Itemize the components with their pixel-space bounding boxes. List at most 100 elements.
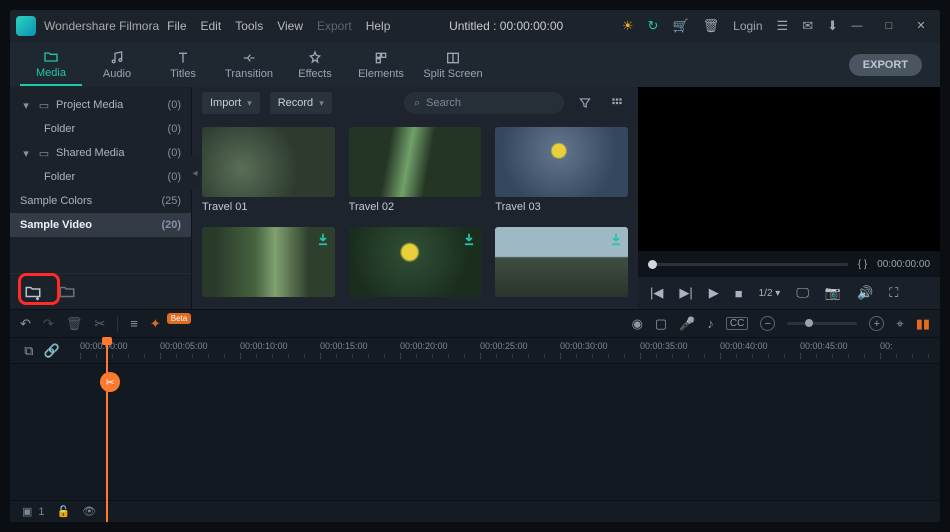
clip-label: Travel 02 <box>349 201 482 213</box>
tab-split-screen[interactable]: Split Screen <box>416 44 490 86</box>
tab-transition[interactable]: Transition <box>218 44 280 86</box>
download-icon[interactable] <box>608 231 624 247</box>
filter-button[interactable] <box>574 92 596 114</box>
download-icon[interactable] <box>461 231 477 247</box>
tab-titles[interactable]: Titles <box>152 44 214 86</box>
stop-button[interactable]: ■ <box>735 286 743 301</box>
sidebar-item-project-media[interactable]: ▾▭Project Media(0) <box>10 93 191 117</box>
zoom-fit-button[interactable]: ⌖ <box>896 316 903 332</box>
sidebar-item-folder[interactable]: Folder(0) <box>10 117 191 141</box>
menu-help[interactable]: Help <box>366 19 391 33</box>
media-clip[interactable] <box>495 227 628 301</box>
folder-icon: ▭ <box>38 147 50 160</box>
markers-button[interactable]: ≡ <box>130 316 138 331</box>
sidebar-item-shared-media[interactable]: ▾▭Shared Media(0) <box>10 141 191 165</box>
eye-icon[interactable]: 👁 <box>82 505 96 518</box>
menu-export[interactable]: Export <box>317 19 352 33</box>
titlebar-actions: ☀ ↻ 🛒 🗑 Login ☰ ✉ ⬇ <box>622 19 838 32</box>
close-button[interactable]: ✕ <box>908 15 934 37</box>
trash-icon[interactable]: 🗑 <box>703 19 720 32</box>
timeline-view-toggle[interactable]: ▮▮ <box>916 316 930 332</box>
zoom-handle-icon[interactable] <box>805 319 813 327</box>
mail-icon[interactable]: ✉ <box>802 19 813 32</box>
sidebar-item-sample-video[interactable]: Sample Video(20) <box>10 213 191 237</box>
transition-icon <box>241 50 257 66</box>
cc-button[interactable]: CC <box>726 317 748 330</box>
volume-button[interactable]: 🔊 <box>857 285 873 301</box>
split-scissors-icon[interactable]: ✂ <box>100 372 120 392</box>
export-button[interactable]: EXPORT <box>849 54 922 76</box>
step-button[interactable]: ▶| <box>679 285 692 301</box>
track-toggle-icon[interactable]: ▣ <box>22 505 32 518</box>
download-icon[interactable]: ⬇ <box>827 19 838 32</box>
tab-elements[interactable]: Elements <box>350 44 412 86</box>
effects-store-icon[interactable]: ☀ <box>622 19 634 32</box>
sidebar-collapse-handle[interactable]: ◂ <box>191 156 199 190</box>
import-dropdown[interactable]: Import▾ <box>202 92 260 114</box>
zoom-ratio[interactable]: 1/2 ▾ <box>759 288 781 299</box>
tab-media[interactable]: Media <box>20 44 82 86</box>
snapshot-button[interactable]: 📷 <box>825 285 841 301</box>
maximize-button[interactable]: □ <box>876 15 902 37</box>
new-folder-button[interactable] <box>56 281 78 303</box>
record-dropdown[interactable]: Record▾ <box>270 92 332 114</box>
module-tabs: Media Audio Titles Transition Effects El… <box>10 42 940 88</box>
sidebar-item-folder[interactable]: Folder(0) <box>10 165 191 189</box>
tab-effects[interactable]: Effects <box>284 44 346 86</box>
timeline-ruler: ⧉ 🔗 00:00:00:0000:00:05:0000:00:10:0000:… <box>10 338 940 364</box>
clip-label: Travel 01 <box>202 201 335 213</box>
sidebar-footer <box>10 273 191 309</box>
folder-icon <box>58 283 76 301</box>
redo-button[interactable]: ↷ <box>43 316 54 332</box>
display-button[interactable]: 🖵 <box>796 285 809 301</box>
music-button[interactable]: ♪ <box>707 316 714 331</box>
fullscreen-button[interactable]: ⛶ <box>889 285 898 301</box>
cut-button[interactable]: ✂ <box>94 316 105 332</box>
link-icon[interactable]: 🔗 <box>44 343 60 359</box>
ruler-track[interactable]: 00:00:00:0000:00:05:0000:00:10:0000:00:1… <box>74 338 940 363</box>
prev-button[interactable]: |◀ <box>650 285 663 301</box>
undo-button[interactable]: ↶ <box>20 316 31 332</box>
timeline-tracks[interactable]: ✂ <box>10 364 940 500</box>
magic-button[interactable]: ✦ <box>150 316 161 332</box>
preview-controls: |◀ ▶| ▶ ■ 1/2 ▾ 🖵 📷 🔊 ⛶ <box>638 277 940 309</box>
zoom-in-button[interactable]: + <box>869 316 884 331</box>
timeline-toolbar: ↶ ↷ 🗑 ✂ ≡ ✦ Beta ◉ ▢ 🎤 ♪ CC − + ⌖ ▮▮ <box>10 310 940 338</box>
refresh-icon[interactable]: ↻ <box>648 19 659 32</box>
play-button[interactable]: ▶ <box>709 285 719 301</box>
login-link[interactable]: Login <box>733 20 762 32</box>
menu-file[interactable]: File <box>167 19 186 33</box>
media-clip[interactable]: Travel 02 <box>349 127 482 213</box>
scrubber-slider[interactable] <box>648 263 848 266</box>
media-clip[interactable]: Travel 01 <box>202 127 335 213</box>
scrubber-handle-icon[interactable] <box>648 260 657 269</box>
playhead[interactable] <box>106 338 108 522</box>
menu-tools[interactable]: Tools <box>235 19 263 33</box>
grid-view-button[interactable] <box>606 92 628 114</box>
download-icon[interactable] <box>315 231 331 247</box>
media-clip[interactable] <box>349 227 482 301</box>
tab-audio[interactable]: Audio <box>86 44 148 86</box>
lock-icon[interactable]: 🔓 <box>57 505 71 518</box>
record-indicator-icon[interactable]: ◉ <box>632 316 643 332</box>
media-clip[interactable]: Travel 03 <box>495 127 628 213</box>
cart-icon[interactable]: 🛒 <box>672 19 688 32</box>
menu-view[interactable]: View <box>277 19 303 33</box>
add-folder-button[interactable] <box>22 281 44 303</box>
mic-button[interactable]: 🎤 <box>679 316 695 332</box>
sidebar-item-sample-colors[interactable]: Sample Colors(25) <box>10 189 191 213</box>
zoom-slider[interactable] <box>787 322 857 325</box>
app-window: Wondershare Filmora File Edit Tools View… <box>10 10 940 522</box>
menu-edit[interactable]: Edit <box>201 19 222 33</box>
shield-button[interactable]: ▢ <box>655 316 667 332</box>
beta-badge: Beta <box>167 313 191 324</box>
search-input[interactable]: ⌕Search <box>404 92 564 114</box>
menu-icon[interactable]: ☰ <box>777 19 789 32</box>
delete-button[interactable]: 🗑 <box>66 316 83 332</box>
media-sidebar: ▾▭Project Media(0) Folder(0) ▾▭Shared Me… <box>10 87 192 309</box>
zoom-out-button[interactable]: − <box>760 316 775 331</box>
stack-icon[interactable]: ⧉ <box>24 343 33 359</box>
media-clip[interactable] <box>202 227 335 301</box>
minimize-button[interactable]: — <box>844 15 870 37</box>
thumbnail-art <box>349 127 482 197</box>
